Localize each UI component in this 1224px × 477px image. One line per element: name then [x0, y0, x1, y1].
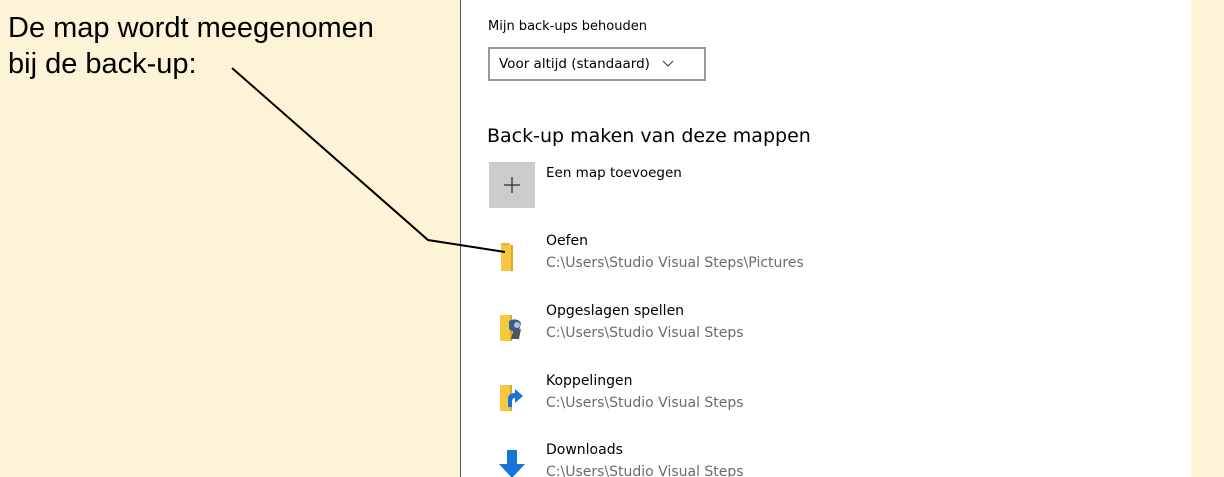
folder-path: C:\Users\Studio Visual Steps — [546, 325, 744, 341]
downloads-icon — [499, 450, 525, 477]
folder-list: Oefen C:\Users\Studio Visual Steps\Pictu… — [461, 0, 1191, 477]
folder-item-downloads[interactable]: Downloads C:\Users\Studio Visual Steps — [495, 442, 1135, 477]
folder-item-links[interactable]: Koppelingen C:\Users\Studio Visual Steps — [495, 373, 1135, 423]
folder-path: C:\Users\Studio Visual Steps\Pictures — [546, 255, 804, 271]
right-margin-strip — [1191, 0, 1224, 477]
folder-name: Opgeslagen spellen — [546, 303, 685, 319]
annotation-panel: De map wordt meegenomen bij de back-up: — [0, 0, 460, 477]
folder-item-oefen[interactable]: Oefen C:\Users\Studio Visual Steps\Pictu… — [495, 233, 1135, 283]
folder-icon — [501, 243, 513, 271]
links-folder-icon — [500, 385, 523, 411]
saved-games-icon — [500, 315, 521, 341]
folder-item-saved-games[interactable]: Opgeslagen spellen C:\Users\Studio Visua… — [495, 303, 1135, 353]
folder-name: Koppelingen — [546, 373, 633, 389]
folder-path: C:\Users\Studio Visual Steps — [546, 464, 744, 477]
folder-name: Downloads — [546, 442, 623, 458]
folder-name: Oefen — [546, 233, 589, 249]
annotation-text: De map wordt meegenomen bij de back-up: — [8, 12, 374, 80]
folder-path: C:\Users\Studio Visual Steps — [546, 395, 744, 411]
backup-settings-panel: Mijn back-ups behouden Voor altijd (stan… — [461, 0, 1191, 477]
